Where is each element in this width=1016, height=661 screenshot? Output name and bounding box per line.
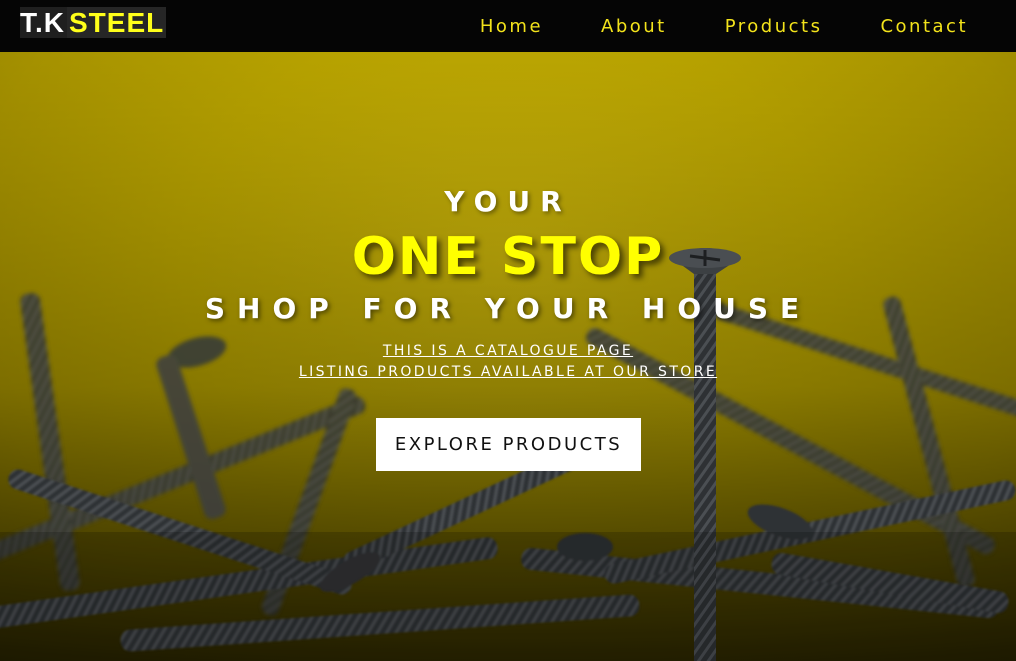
nav-link-contact[interactable]: Contact [880,16,968,37]
hero-caption-1: THIS IS A CATALOGUE PAGE [382,343,634,359]
site-logo[interactable]: T.K STEEL [20,6,167,38]
hero-caption-2: LISTING PRODUCTS AVAILABLE AT OUR STORE [298,364,718,380]
nav-links: Home About Products Contact [422,0,968,52]
hero-content: YOUR ONE STOP SHOP FOR YOUR HOUSE THIS I… [0,52,1016,661]
nav-link-products[interactable]: Products [725,16,823,37]
hero-headline: ONE STOP [351,227,665,287]
navbar: T.K STEEL Home About Products Contact [0,0,1016,52]
hero-line-your: YOUR [444,185,572,218]
nav-link-about[interactable]: About [601,16,667,37]
logo-text-tk: T.K [20,7,67,38]
hero-subheadline: SHOP FOR YOUR HOUSE [204,292,812,325]
logo-text-steel: STEEL [67,7,167,38]
nav-link-home[interactable]: Home [480,16,543,37]
explore-products-button[interactable]: EXPLORE PRODUCTS [376,418,641,471]
